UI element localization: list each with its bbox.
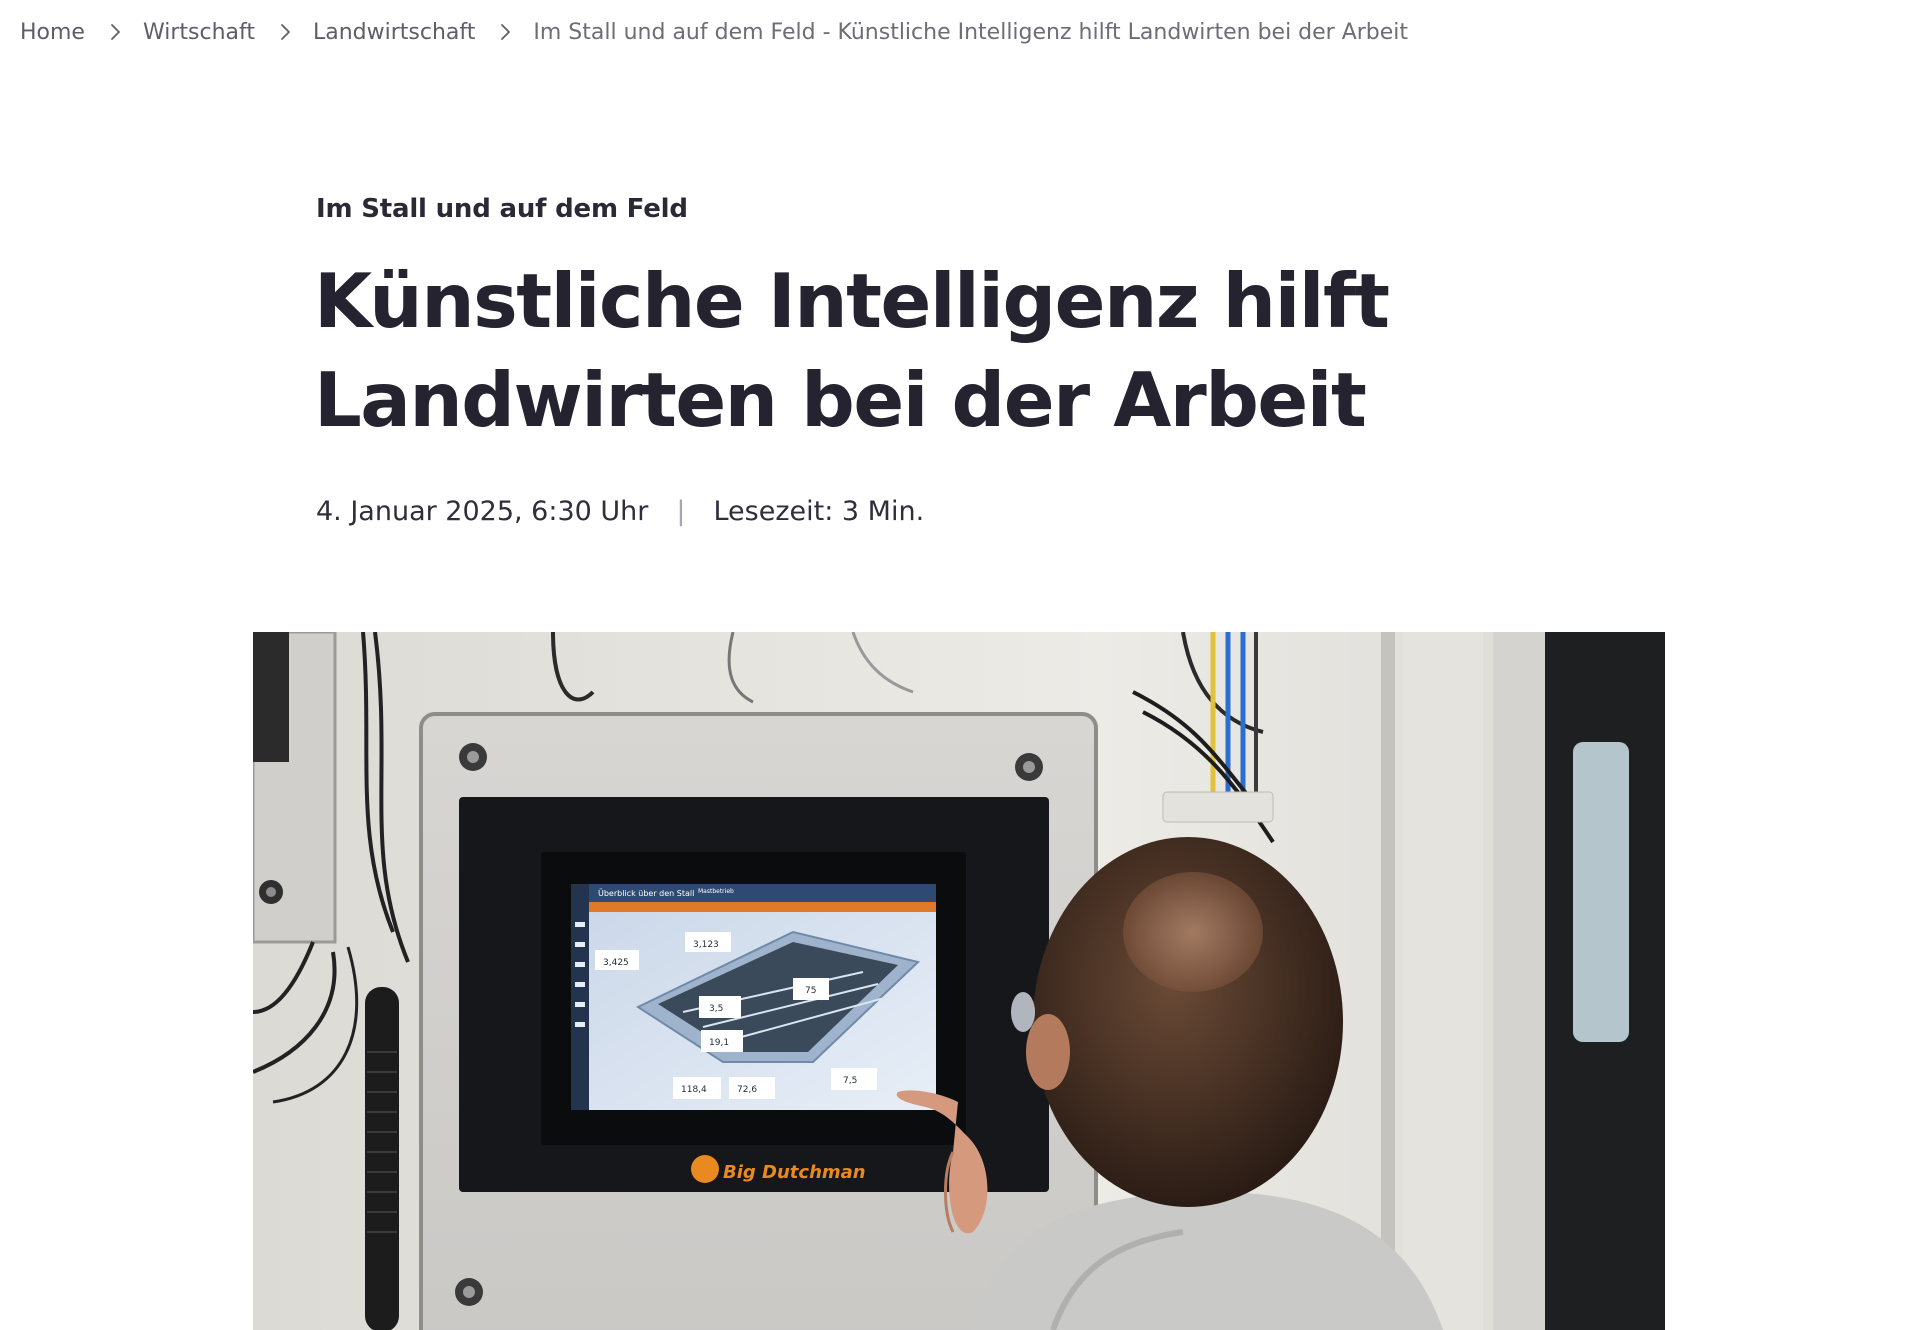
readout-8: 7,5: [843, 1076, 857, 1086]
breadcrumb-wirtschaft[interactable]: Wirtschaft: [143, 20, 255, 45]
meta-separator: |: [676, 496, 686, 527]
readout-2: 3,123: [693, 940, 719, 950]
readout-1: 3,425: [603, 958, 629, 968]
article-page: Home Wirtschaft Landwirtschaft Im Stall …: [0, 0, 1916, 1330]
article-title: Künstliche Intelligenz hilft Landwirten …: [314, 257, 1390, 444]
readout-3: 3,5: [709, 1004, 723, 1014]
breadcrumb-landwirtschaft[interactable]: Landwirtschaft: [313, 20, 475, 45]
hero-image[interactable]: 3,425 3,123 3,5 75 19,1 118,4 72,6 7,5 Ü…: [253, 632, 1665, 1330]
screen-header-title: Überblick über den Stall: [598, 888, 694, 898]
readout-6: 118,4: [681, 1085, 707, 1095]
chevron-right-icon: [493, 20, 517, 44]
chevron-right-icon: [103, 20, 127, 44]
breadcrumb-current: Im Stall und auf dem Feld - Künstliche I…: [533, 19, 1409, 45]
article-meta: 4. Januar 2025, 6:30 Uhr | Lesezeit: 3 M…: [316, 496, 924, 527]
brand-logo: Big Dutchman: [723, 1162, 866, 1183]
chevron-right-icon: [273, 20, 297, 44]
reading-time: Lesezeit: 3 Min.: [713, 496, 925, 527]
article-kicker: Im Stall und auf dem Feld: [316, 194, 688, 224]
breadcrumb-home[interactable]: Home: [20, 20, 85, 45]
screen-header-subtitle: Mastbetrieb: [698, 888, 734, 895]
readout-7: 72,6: [737, 1085, 757, 1095]
breadcrumb: Home Wirtschaft Landwirtschaft Im Stall …: [20, 16, 1408, 48]
publish-date: 4. Januar 2025, 6:30 Uhr: [316, 496, 649, 527]
readout-4: 75: [805, 986, 816, 996]
readout-5: 19,1: [709, 1038, 729, 1048]
